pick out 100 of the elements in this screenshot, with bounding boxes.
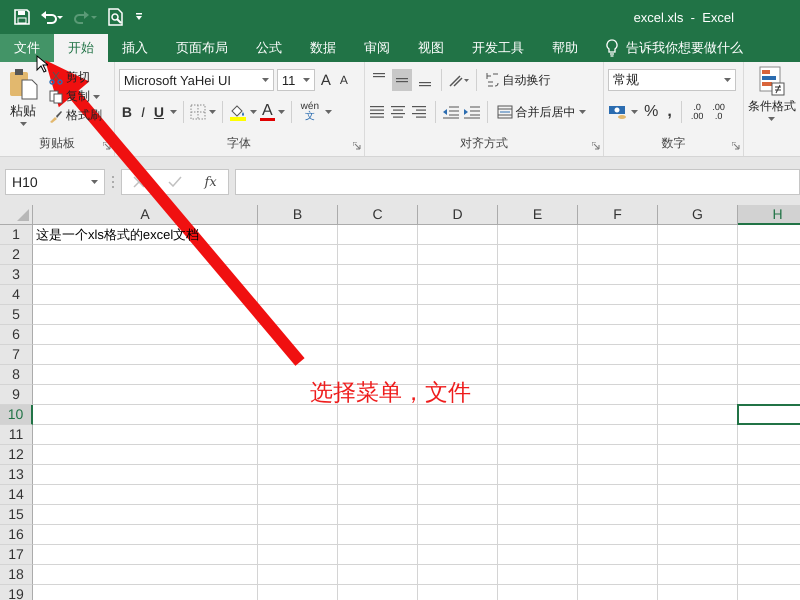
- dialog-launcher-icon[interactable]: [102, 142, 111, 150]
- row-header[interactable]: 4: [0, 285, 33, 305]
- indent-icon[interactable]: [462, 104, 480, 120]
- row-header[interactable]: 3: [0, 265, 33, 285]
- row-header[interactable]: 15: [0, 505, 33, 525]
- horizontal-align-icon[interactable]: [368, 104, 386, 120]
- row-header[interactable]: 14: [0, 485, 33, 505]
- row-header[interactable]: 1: [0, 225, 33, 245]
- group-label: 剪贴板: [38, 135, 75, 152]
- grow-font-button[interactable]: A: [318, 70, 334, 90]
- align-lines-icon: [396, 78, 408, 82]
- ribbon-tab[interactable]: 文件: [0, 34, 54, 62]
- number-format-dropdown[interactable]: 常规: [608, 69, 736, 91]
- caret-icon: [170, 110, 177, 114]
- align-lines-icon: [372, 73, 384, 78]
- row-header[interactable]: 9: [0, 385, 33, 405]
- caret-icon: [262, 78, 269, 82]
- print-preview-icon[interactable]: [108, 8, 124, 26]
- wrap-text-icon: [486, 72, 500, 88]
- comma-button[interactable]: ,: [664, 102, 675, 122]
- ribbon-tab[interactable]: 帮助: [538, 34, 592, 62]
- ribbon-tab[interactable]: 审阅: [350, 34, 404, 62]
- ribbon-tab[interactable]: 视图: [404, 34, 458, 62]
- row-header[interactable]: 8: [0, 365, 33, 385]
- caret-icon: [631, 110, 638, 114]
- row-header[interactable]: 11: [0, 425, 33, 445]
- caret-icon: [302, 78, 310, 82]
- merge-cells-icon: [496, 105, 512, 119]
- paste-button[interactable]: 粘贴: [4, 68, 42, 134]
- tell-me-text[interactable]: 告诉我你想要做什么: [626, 39, 743, 57]
- currency-icon[interactable]: [608, 104, 628, 120]
- outdent-icon[interactable]: [442, 104, 460, 120]
- group-label: 字体: [227, 135, 252, 152]
- dialog-launcher-icon[interactable]: [352, 142, 360, 150]
- customize-icon[interactable]: [134, 13, 144, 21]
- horizontal-align-icon[interactable]: [390, 104, 408, 120]
- caret-icon: [91, 180, 98, 184]
- dialog-launcher-icon[interactable]: [592, 142, 600, 150]
- ribbon-tab[interactable]: 开发工具: [458, 34, 538, 62]
- cell-text: 这是一个xls格式的excel文档: [36, 227, 200, 242]
- vertical-align-button[interactable]: [392, 69, 412, 91]
- font-color-button[interactable]: A: [260, 104, 275, 120]
- ribbon-tab[interactable]: 插入: [108, 34, 162, 62]
- caret-icon: [768, 117, 776, 121]
- undo-icon[interactable]: [40, 9, 64, 25]
- merge-center-button[interactable]: 合并后居中: [494, 102, 588, 122]
- caret-icon: [250, 110, 257, 114]
- bold-button[interactable]: B: [118, 103, 135, 121]
- caret-icon: [325, 110, 332, 114]
- row-header[interactable]: 10: [0, 405, 33, 425]
- row-header[interactable]: 16: [0, 525, 33, 545]
- annotation-text: 选择菜单，文件: [310, 378, 471, 407]
- clipboard-icon: [8, 68, 38, 100]
- percent-button[interactable]: %: [641, 102, 662, 122]
- row-header[interactable]: 18: [0, 565, 33, 585]
- window-title: excel.xls - Excel: [634, 10, 734, 24]
- fill-color-icon[interactable]: [228, 103, 247, 121]
- decrease-decimal-button[interactable]: .00 .0: [709, 102, 728, 122]
- conditional-format-icon: [758, 66, 785, 96]
- dialog-launcher-icon[interactable]: [732, 142, 740, 150]
- wrap-text-button[interactable]: 自动换行: [482, 70, 554, 90]
- group-label: 对齐方式: [460, 135, 508, 152]
- row-header[interactable]: 13: [0, 465, 33, 485]
- ribbon-tab[interactable]: 数据: [296, 34, 350, 62]
- ribbon-tab[interactable]: 公式: [242, 34, 296, 62]
- caret-icon: [208, 110, 216, 114]
- ribbon-tab[interactable]: 开始: [54, 34, 108, 62]
- font-name-dropdown[interactable]: Microsoft YaHei UI: [118, 69, 274, 91]
- row-header[interactable]: 19: [0, 585, 33, 600]
- name-box[interactable]: H10: [5, 169, 105, 195]
- insert-function-button[interactable]: fx: [204, 174, 217, 190]
- font-size-dropdown[interactable]: 11: [276, 69, 315, 91]
- conditional-format-button[interactable]: 条件格式: [748, 66, 796, 121]
- row-header[interactable]: 17: [0, 545, 33, 565]
- row-header[interactable]: 7: [0, 345, 33, 365]
- increase-decimal-button[interactable]: .0 .00: [688, 102, 706, 122]
- group-label: 数字: [662, 135, 686, 152]
- brush-icon: [49, 108, 63, 122]
- check-icon[interactable]: [168, 176, 182, 188]
- row-header[interactable]: 5: [0, 305, 33, 325]
- active-cell[interactable]: [737, 404, 800, 425]
- horizontal-align-icon[interactable]: [410, 104, 428, 120]
- underline-button[interactable]: U: [150, 103, 167, 121]
- column-header[interactable]: H: [738, 205, 800, 225]
- grip-icon: [111, 175, 115, 189]
- save-icon[interactable]: [14, 9, 30, 25]
- row-header[interactable]: 6: [0, 325, 33, 345]
- italic-button[interactable]: I: [138, 103, 148, 121]
- caret-icon: [724, 78, 732, 82]
- lightbulb-icon[interactable]: [606, 39, 618, 57]
- ribbon-tab[interactable]: 页面布局: [162, 34, 242, 62]
- formula-input[interactable]: [235, 169, 800, 195]
- shrink-font-button[interactable]: A: [336, 72, 351, 88]
- caret-icon: [578, 110, 586, 114]
- row-header[interactable]: 12: [0, 445, 33, 465]
- scissors-icon: [49, 70, 63, 84]
- caret-icon: [20, 122, 26, 126]
- borders-icon[interactable]: [190, 104, 206, 120]
- row-header[interactable]: 2: [0, 245, 33, 265]
- phonetic-button[interactable]: wén 文: [298, 101, 322, 123]
